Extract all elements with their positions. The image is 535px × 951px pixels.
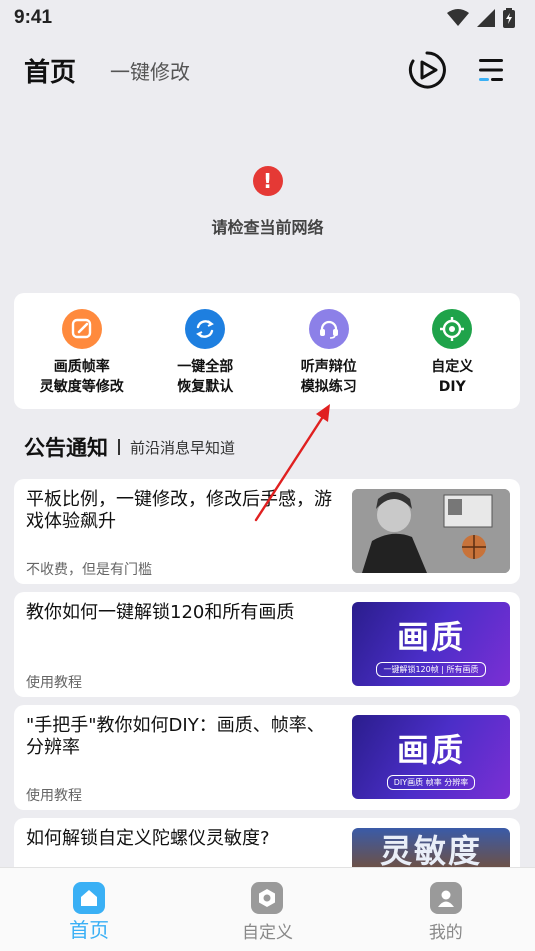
nav-item-custom[interactable]: 自定义: [207, 868, 327, 951]
annotation-arrow: [254, 404, 330, 522]
status-bar: 9:41: [0, 0, 535, 36]
hexagon-icon: [251, 882, 284, 914]
article-card[interactable]: "手把手"教你如何DIY：画质、帧率、分辨率 使用教程 画质 DIY画质 帧率 …: [14, 705, 520, 810]
wifi-icon: [447, 9, 469, 26]
article-title: 教你如何一键解锁120和所有画质: [26, 602, 295, 623]
signal-icon: [477, 9, 495, 27]
article-thumbnail: [352, 489, 510, 573]
crosshair-icon: [432, 309, 473, 349]
divider: [118, 439, 120, 455]
status-time: 9:41: [14, 7, 53, 28]
thumbnail-caption: DIY画质 帧率 分辨率: [386, 774, 476, 790]
article-title: 如何解锁自定义陀螺仪灵敏度?: [26, 828, 270, 849]
refresh-icon: [185, 309, 226, 349]
menu-icon: [479, 59, 503, 81]
headset-icon: [308, 309, 349, 349]
thumbnail-title: 画质: [396, 617, 465, 656]
quick-action-label: 一键全部 恢复默认: [177, 359, 234, 395]
section-title: 公告通知: [24, 436, 108, 460]
battery-icon: [503, 8, 515, 28]
error-icon: !: [252, 166, 283, 196]
quick-action-label: 听声辩位 模拟练习: [300, 359, 357, 395]
status-icons: [447, 8, 515, 28]
quick-action-label: 画质帧率 灵敏度等修改: [39, 359, 124, 395]
edit-icon: [61, 309, 102, 349]
quick-actions-card: 画质帧率 灵敏度等修改 一键全部 恢复默认 听声辩位 模拟练习 自定义 DIY: [14, 293, 520, 409]
article-card[interactable]: 教你如何一键解锁120和所有画质 使用教程 画质 一键解锁120帧 | 所有画质: [14, 592, 520, 697]
top-header: 首页 一键修改: [0, 44, 535, 96]
quick-action-label: 自定义 DIY: [431, 359, 474, 395]
thumbnail-caption: 一键解锁120帧 | 所有画质: [376, 661, 486, 677]
home-icon: [73, 882, 106, 914]
tab-one-click-modify[interactable]: 一键修改: [110, 56, 190, 85]
page-title: 首页: [24, 57, 77, 88]
play-icon: [408, 51, 446, 89]
nav-item-home[interactable]: 首页: [29, 868, 149, 951]
article-thumbnail: 画质 一键解锁120帧 | 所有画质: [352, 602, 510, 686]
user-icon: [429, 882, 462, 914]
section-subtitle: 前沿消息早知道: [130, 438, 236, 457]
nav-label: 自定义: [241, 923, 293, 943]
quick-action-diy[interactable]: 自定义 DIY: [392, 293, 512, 409]
nav-label: 我的: [428, 923, 463, 943]
play-button[interactable]: [407, 50, 447, 90]
article-tag: 不收费，但是有门槛: [26, 562, 152, 578]
article-title: "手把手"教你如何DIY：画质、帧率、分辨率: [26, 715, 325, 758]
bottom-nav: 首页 自定义 我的: [0, 867, 535, 951]
quick-action-listen[interactable]: 听声辩位 模拟练习: [269, 293, 389, 409]
article-thumbnail: 画质 DIY画质 帧率 分辨率: [352, 715, 510, 799]
error-message: 请检查当前网络: [211, 218, 324, 237]
menu-button[interactable]: [471, 50, 511, 90]
article-tag: 使用教程: [26, 675, 82, 691]
nav-item-mine[interactable]: 我的: [386, 868, 506, 951]
thumbnail-title: 画质: [396, 730, 465, 769]
nav-label: 首页: [69, 918, 110, 942]
announcements-header: 公告通知 前沿消息早知道: [24, 432, 235, 462]
network-error: ! 请检查当前网络: [0, 166, 535, 238]
quick-action-restore[interactable]: 一键全部 恢复默认: [145, 293, 265, 409]
quick-action-quality[interactable]: 画质帧率 灵敏度等修改: [22, 293, 142, 409]
article-tag: 使用教程: [26, 788, 82, 804]
